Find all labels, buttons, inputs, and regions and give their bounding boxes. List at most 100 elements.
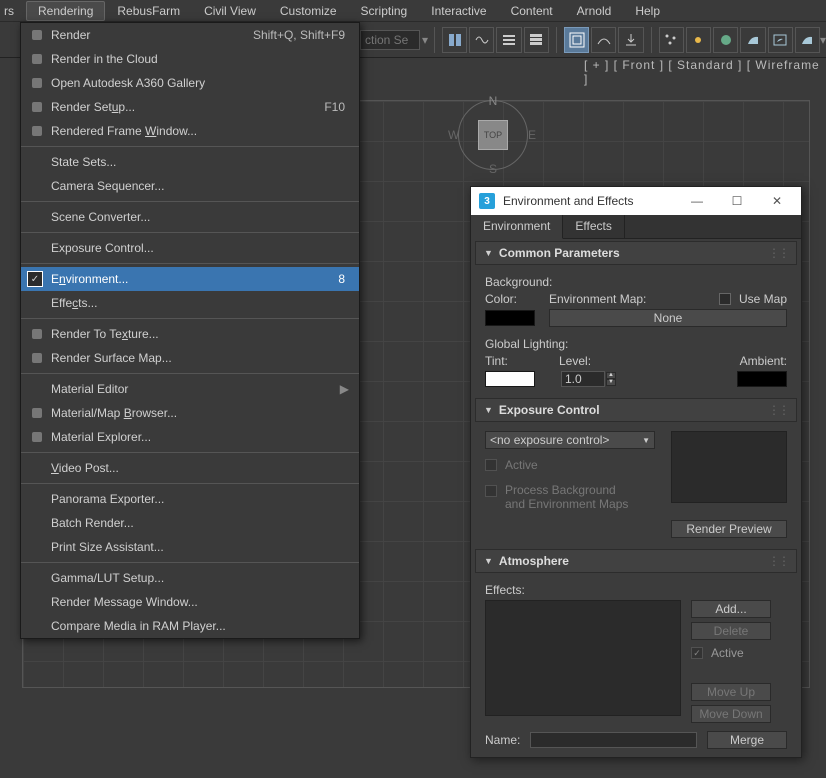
toolbar-btn-download[interactable] (618, 27, 643, 53)
process-bg-checkbox (485, 485, 497, 497)
spin-up-icon[interactable]: ▲ (606, 372, 616, 379)
viewport-label[interactable]: [ + ] [ Front ] [ Standard ] [ Wireframe… (584, 58, 826, 86)
menu-item[interactable]: Render To Texture... (21, 322, 359, 346)
background-color-swatch[interactable] (485, 310, 535, 326)
toolbar-btn-render[interactable] (795, 27, 820, 53)
cloud-icon (27, 52, 47, 66)
environment-effects-panel: 3 Environment and Effects — ☐ ✕ Environm… (470, 186, 802, 758)
toolbar-btn-layers[interactable] (442, 27, 467, 53)
menu-item[interactable]: Gamma/LUT Setup... (21, 566, 359, 590)
tint-color-swatch[interactable] (485, 371, 535, 387)
maximize-button[interactable]: ☐ (717, 189, 757, 213)
menu-item-label: Render Surface Map... (47, 351, 351, 365)
rollup-header-atmosphere[interactable]: ▼ Atmosphere ⋮⋮ (475, 549, 797, 573)
menu-item[interactable]: Print Size Assistant... (21, 535, 359, 559)
ambient-color-swatch[interactable] (737, 371, 787, 387)
menu-item[interactable]: Material/Map Browser... (21, 401, 359, 425)
menu-item-label: Gamma/LUT Setup... (47, 571, 351, 585)
menu-item[interactable]: Scene Converter... (21, 205, 359, 229)
merge-button[interactable]: Merge (707, 731, 787, 749)
level-input[interactable] (561, 371, 605, 387)
minimize-button[interactable]: — (677, 189, 717, 213)
color-label: Color: (485, 292, 545, 306)
menu-help[interactable]: Help (623, 1, 672, 21)
menu-item[interactable]: Compare Media in RAM Player... (21, 614, 359, 638)
menu-shortcut: 8 (338, 272, 351, 286)
spin-down-icon[interactable]: ▼ (606, 379, 616, 386)
effect-name-input[interactable] (530, 732, 697, 748)
menu-item[interactable]: Exposure Control... (21, 236, 359, 260)
toolbar-btn-list[interactable] (496, 27, 521, 53)
menu-item[interactable]: Material Editor▶ (21, 377, 359, 401)
environment-map-button[interactable]: None (549, 309, 787, 327)
add-effect-button[interactable]: Add... (691, 600, 771, 618)
lighting-label: Global Lighting: (485, 337, 787, 351)
effects-label: Effects: (485, 583, 787, 597)
menu-item-label: Panorama Exporter... (47, 492, 351, 506)
effects-listbox[interactable] (485, 600, 681, 716)
toolbar-btn-render-frame[interactable] (768, 27, 793, 53)
menu-item[interactable]: Batch Render... (21, 511, 359, 535)
close-button[interactable]: ✕ (757, 189, 797, 213)
toolbar-btn-stack[interactable] (524, 27, 549, 53)
menu-item[interactable]: Rendered Frame Window... (21, 119, 359, 143)
menu-item[interactable]: Render Setup...F10 (21, 95, 359, 119)
toolbar-btn-curve[interactable] (591, 27, 616, 53)
menu-item-label: Render Setup... (47, 100, 324, 114)
rollup-atmosphere: ▼ Atmosphere ⋮⋮ Effects: Add... Delete A… (475, 549, 797, 757)
menu-customize[interactable]: Customize (268, 1, 349, 21)
toolbar-btn-particles[interactable] (659, 27, 684, 53)
menu-rendering[interactable]: Rendering (26, 1, 105, 21)
exposure-combo[interactable]: <no exposure control> ▼ (485, 431, 655, 449)
menu-item[interactable]: Open Autodesk A360 Gallery (21, 71, 359, 95)
collapse-icon: ▼ (484, 556, 493, 566)
menu-item[interactable]: Render in the Cloud (21, 47, 359, 71)
menu-item[interactable]: RenderShift+Q, Shift+F9 (21, 23, 359, 47)
menu-item-label: Video Post... (47, 461, 351, 475)
menu-content[interactable]: Content (499, 1, 565, 21)
toolbar-btn-render-setup[interactable] (740, 27, 765, 53)
menu-interactive[interactable]: Interactive (419, 1, 498, 21)
menu-item[interactable]: Panorama Exporter... (21, 487, 359, 511)
menu-rs[interactable]: rs (0, 1, 26, 21)
use-map-label: Use Map (739, 292, 787, 306)
toolbar-btn-sun[interactable] (686, 27, 711, 53)
rollup-header-common[interactable]: ▼ Common Parameters ⋮⋮ (475, 241, 797, 265)
chevron-right-icon: ▶ (340, 382, 351, 396)
menu-item-label: Render To Texture... (47, 327, 351, 341)
toolbar-btn-safe-frame[interactable] (564, 27, 589, 53)
gallery-icon (27, 76, 47, 90)
menu-rebusfarm[interactable]: RebusFarm (105, 1, 192, 21)
delete-effect-button[interactable]: Delete (691, 622, 771, 640)
toolbar-btn-material[interactable] (713, 27, 738, 53)
viewcube[interactable]: N S E W TOP (456, 98, 530, 172)
level-spinner[interactable]: ▲▼ (561, 371, 616, 387)
menu-item[interactable]: Material Explorer... (21, 425, 359, 449)
menu-item[interactable]: Render Message Window... (21, 590, 359, 614)
toolbar-btn-graph[interactable] (469, 27, 494, 53)
menu-item[interactable]: Effects... (21, 291, 359, 315)
tab-environment[interactable]: Environment (471, 215, 563, 239)
move-down-button[interactable]: Move Down (691, 705, 771, 723)
menu-item[interactable]: Render Surface Map... (21, 346, 359, 370)
menu-item-label: Effects... (47, 296, 351, 310)
menu-item[interactable]: Camera Sequencer... (21, 174, 359, 198)
frame-icon (27, 124, 47, 138)
rollup-header-exposure[interactable]: ▼ Exposure Control ⋮⋮ (475, 398, 797, 422)
menu-item[interactable]: Video Post... (21, 456, 359, 480)
menu-item-label: Print Size Assistant... (47, 540, 351, 554)
menu-item[interactable]: State Sets... (21, 150, 359, 174)
use-map-checkbox[interactable] (719, 293, 731, 305)
menu-scripting[interactable]: Scripting (349, 1, 420, 21)
exposure-preview (671, 431, 787, 503)
selection-set-input[interactable] (360, 30, 420, 50)
menu-arnold[interactable]: Arnold (565, 1, 624, 21)
menu-item-label: Material Editor (47, 382, 340, 396)
menu-civil-view[interactable]: Civil View (192, 1, 268, 21)
render-preview-button[interactable]: Render Preview (671, 520, 787, 538)
check-icon (27, 271, 43, 287)
menu-item[interactable]: Environment...8 (21, 267, 359, 291)
move-up-button[interactable]: Move Up (691, 683, 771, 701)
panel-titlebar[interactable]: 3 Environment and Effects — ☐ ✕ (471, 187, 801, 215)
tab-effects[interactable]: Effects (563, 215, 624, 238)
